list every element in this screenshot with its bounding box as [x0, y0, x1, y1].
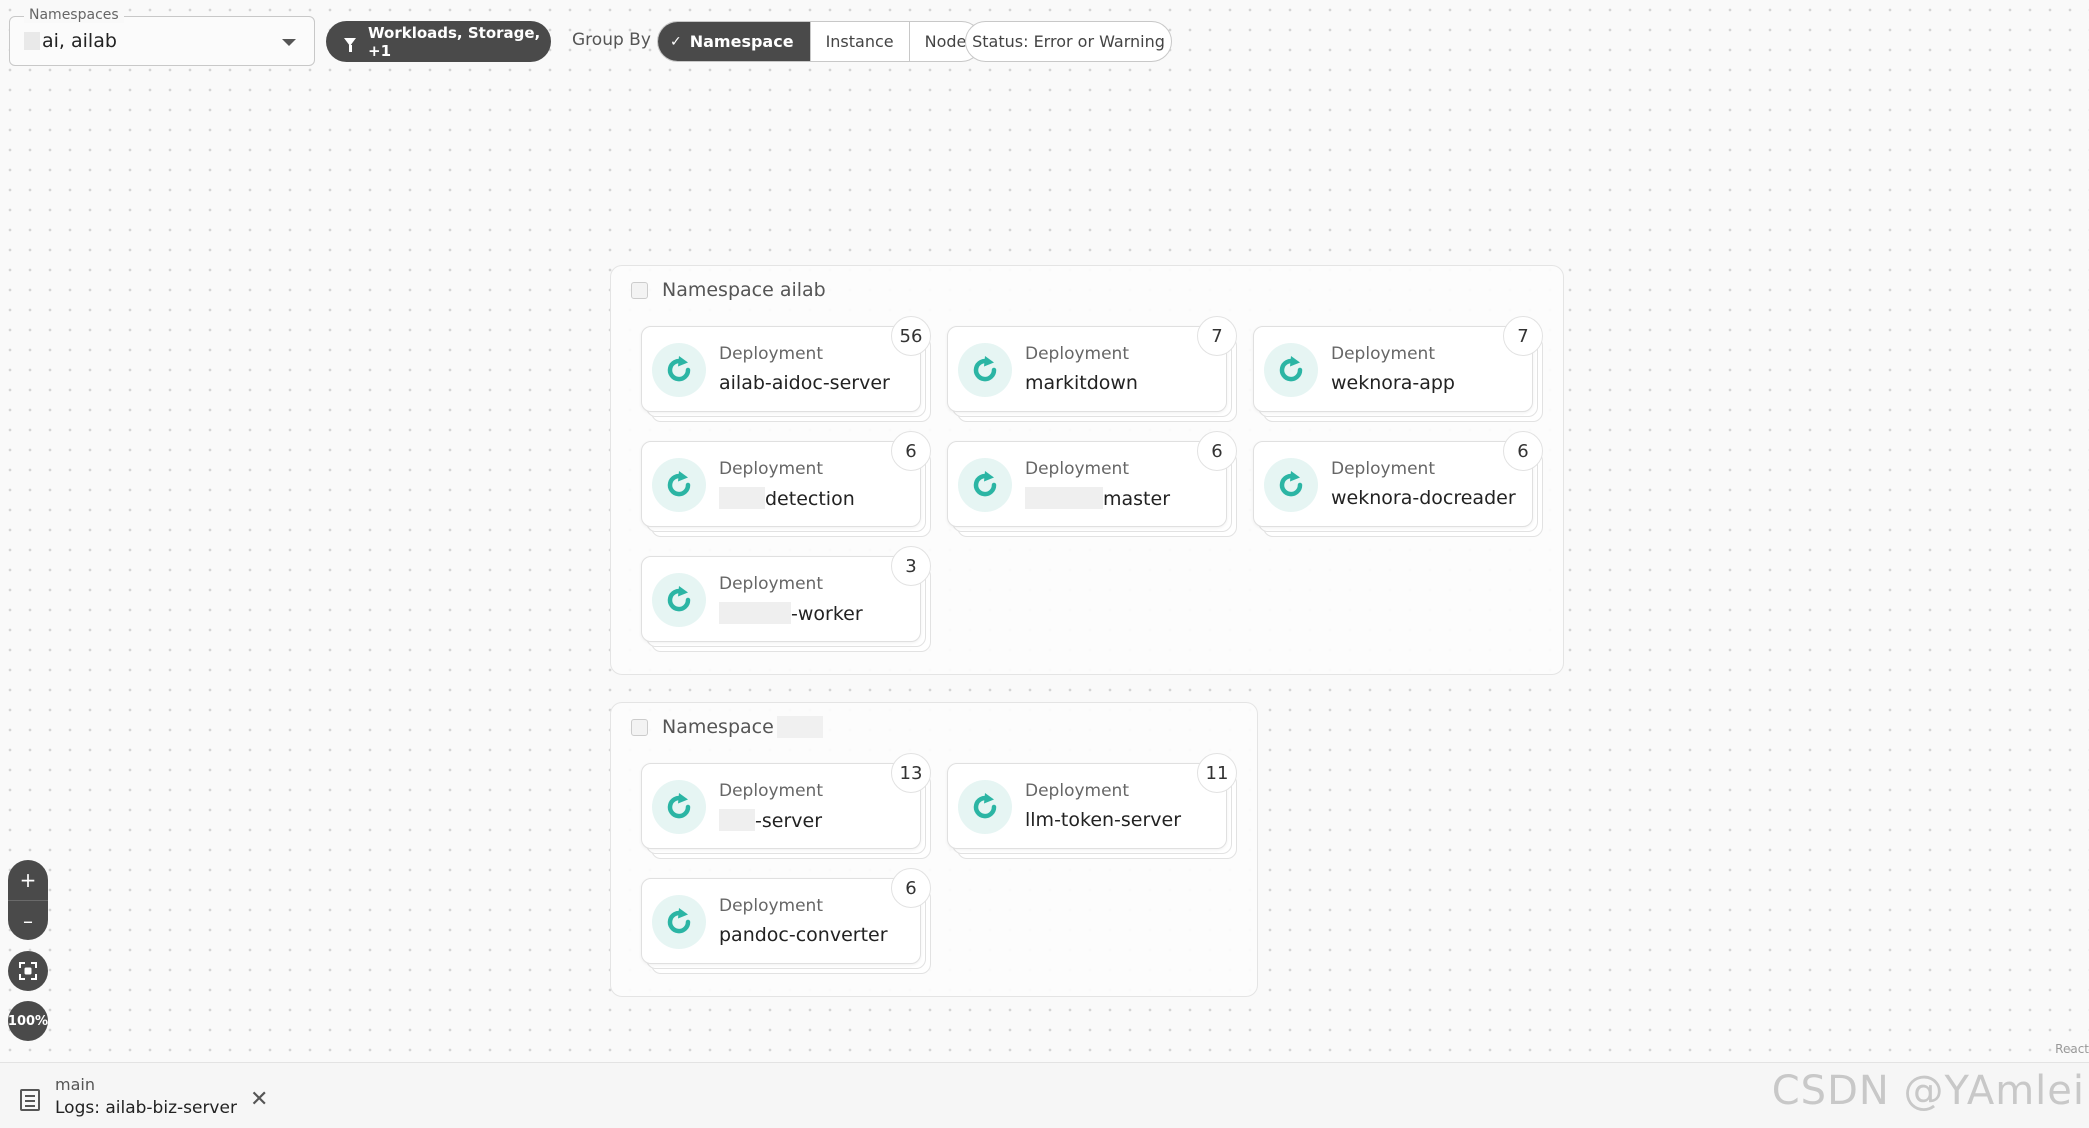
pod-count-badge: 7 — [1197, 316, 1237, 356]
namespace-title: Namespace ailab — [631, 279, 826, 301]
deployment-sync-icon — [652, 895, 706, 949]
filter-icon — [344, 37, 356, 52]
deployment-sync-icon — [652, 780, 706, 834]
card-kind: Deployment — [719, 574, 823, 594]
deployment-card[interactable]: Deployment detection 6 — [641, 431, 931, 537]
card-kind: Deployment — [719, 896, 823, 916]
deployment-card[interactable]: Deployment weknora-docreader 6 — [1253, 431, 1543, 537]
pod-count-badge: 6 — [891, 868, 931, 908]
status-filter-button[interactable]: Status: Error or Warning — [965, 21, 1172, 62]
resource-filter-button[interactable]: Workloads, Storage, +1 — [326, 21, 551, 62]
log-tab-branch: main — [55, 1075, 95, 1094]
card-name: llm-token-server — [1025, 809, 1182, 831]
card-kind: Deployment — [1025, 459, 1129, 479]
card-kind: Deployment — [1025, 344, 1129, 364]
group-by-toggle: ✓ Namespace Instance Node — [657, 21, 983, 62]
fit-view-button[interactable] — [8, 951, 48, 991]
deployment-sync-icon — [1264, 343, 1318, 397]
pod-count-badge: 56 — [891, 316, 931, 356]
watermark: CSDN @YAmlei — [1771, 1068, 2085, 1114]
pod-count-badge: 11 — [1197, 753, 1237, 793]
zoom-in-button[interactable]: + — [8, 860, 48, 900]
namespace-group-ailab: Namespace ailab Deployment ailab-aidoc-s… — [610, 265, 1564, 675]
deployment-sync-icon — [652, 343, 706, 397]
card-name: ailab-aidoc-server — [719, 372, 890, 394]
deployment-sync-icon — [958, 458, 1012, 512]
deployment-card[interactable]: Deployment master 6 — [947, 431, 1237, 537]
zoom-level-button[interactable]: 100% — [8, 1001, 48, 1041]
check-icon: ✓ — [670, 33, 682, 50]
deployment-sync-icon — [1264, 458, 1318, 512]
namespace-icon — [631, 281, 648, 299]
card-kind: Deployment — [1331, 459, 1435, 479]
deployment-card[interactable]: Deployment pandoc-converter 6 — [641, 868, 931, 974]
card-name: pandoc-converter — [719, 924, 888, 946]
card-name: markitdown — [1025, 372, 1138, 394]
namespace-title: Namespace — [631, 716, 823, 738]
card-kind: Deployment — [719, 459, 823, 479]
attribution-link[interactable]: React — [2055, 1042, 2089, 1056]
namespaces-select[interactable]: Namespaces ai, ailab — [9, 7, 315, 66]
group-by-label: Group By — [572, 30, 651, 50]
namespaces-value: ai, ailab — [24, 30, 117, 52]
card-kind: Deployment — [1025, 781, 1129, 801]
redacted-block — [719, 487, 765, 509]
redacted-block — [719, 809, 755, 831]
fit-view-icon — [19, 962, 37, 980]
redacted-block — [24, 32, 40, 50]
card-kind: Deployment — [719, 344, 823, 364]
deployment-card[interactable]: Deployment -worker 3 — [641, 546, 931, 652]
deployment-sync-icon — [958, 343, 1012, 397]
namespace-icon — [631, 718, 648, 736]
card-name: weknora-docreader — [1331, 487, 1516, 509]
logs-icon — [20, 1089, 40, 1111]
card-name: weknora-app — [1331, 372, 1455, 394]
card-kind: Deployment — [1331, 344, 1435, 364]
zoom-out-button[interactable]: – — [8, 900, 48, 940]
card-name: -worker — [719, 602, 863, 625]
deployment-card[interactable]: Deployment ailab-aidoc-server 56 — [641, 316, 931, 422]
zoom-controls: + – — [8, 860, 48, 940]
namespace-group-redacted: Namespace Deployment -server 13 Deployme… — [610, 702, 1258, 997]
redacted-block — [776, 716, 823, 738]
deployment-card[interactable]: Deployment weknora-app 7 — [1253, 316, 1543, 422]
card-name: -server — [719, 809, 822, 832]
card-name: detection — [719, 487, 855, 510]
deployment-card[interactable]: Deployment markitdown 7 — [947, 316, 1237, 422]
chevron-down-icon[interactable] — [282, 39, 296, 46]
deployment-card[interactable]: Deployment llm-token-server 11 — [947, 753, 1237, 859]
log-tab-title[interactable]: Logs: ailab-biz-server — [55, 1098, 237, 1118]
pod-count-badge: 6 — [891, 431, 931, 471]
pod-count-badge: 6 — [1503, 431, 1543, 471]
redacted-block — [719, 602, 791, 624]
pod-count-badge: 7 — [1503, 316, 1543, 356]
card-name: master — [1025, 487, 1170, 510]
pod-count-badge: 6 — [1197, 431, 1237, 471]
pod-count-badge: 13 — [891, 753, 931, 793]
group-by-namespace-button[interactable]: ✓ Namespace — [658, 22, 811, 61]
card-kind: Deployment — [719, 781, 823, 801]
filter-label: Workloads, Storage, +1 — [368, 23, 541, 60]
deployment-sync-icon — [958, 780, 1012, 834]
namespaces-label: Namespaces — [24, 7, 124, 23]
redacted-block — [1025, 487, 1103, 509]
close-icon[interactable]: ✕ — [250, 1087, 268, 1112]
pod-count-badge: 3 — [891, 546, 931, 586]
deployment-sync-icon — [652, 573, 706, 627]
deployment-sync-icon — [652, 458, 706, 512]
deployment-card[interactable]: Deployment -server 13 — [641, 753, 931, 859]
group-by-instance-button[interactable]: Instance — [811, 22, 910, 61]
